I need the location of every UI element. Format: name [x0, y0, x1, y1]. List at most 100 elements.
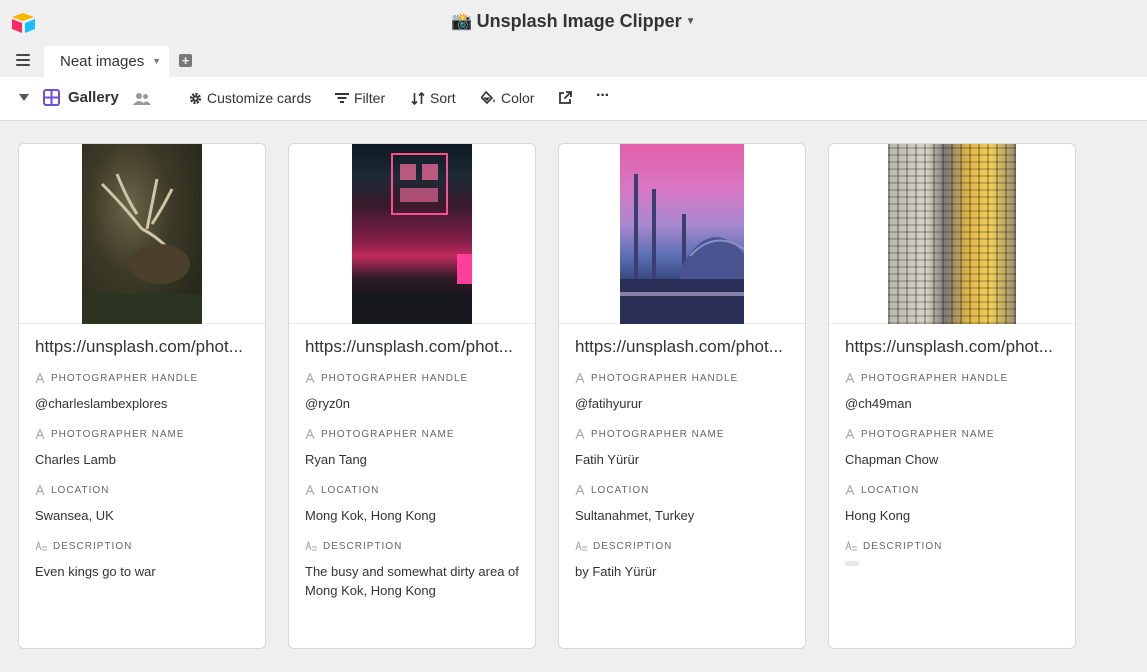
field-value: The busy and somewhat dirty area of Mong…: [305, 564, 519, 598]
tab-label: Neat images: [60, 53, 145, 70]
card-title: https://unsplash.com/phot...: [305, 337, 513, 356]
chevron-down-icon: ▼: [685, 16, 696, 27]
share-view-icon[interactable]: [558, 91, 572, 105]
view-switcher[interactable]: Gallery: [43, 89, 119, 106]
field-label: PHOTOGRAPHER HANDLE: [51, 372, 199, 384]
long-text-field-icon: [35, 541, 47, 551]
field-label: DESCRIPTION: [863, 540, 943, 552]
field-photographer-name: PHOTOGRAPHER NAME Chapman Chow: [845, 427, 1059, 469]
gallery-grid-icon: [43, 89, 60, 106]
caret-down-icon[interactable]: [19, 94, 29, 102]
sort-button[interactable]: Sort: [411, 90, 456, 106]
text-field-icon: [305, 429, 315, 439]
apartment-tower-photo: [888, 144, 1016, 324]
field-value: Swansea, UK: [35, 508, 114, 523]
field-label: PHOTOGRAPHER NAME: [591, 428, 725, 440]
field-value: @ch49man: [845, 396, 912, 411]
field-label: DESCRIPTION: [323, 540, 403, 552]
field-value: Fatih Yürür: [575, 452, 640, 467]
color-label: Color: [501, 90, 535, 106]
field-description: DESCRIPTION: [845, 539, 1059, 571]
text-field-icon: [35, 485, 45, 495]
text-field-icon: [305, 373, 315, 383]
text-field-icon: [575, 373, 585, 383]
tab-neat-images[interactable]: Neat images ▼: [44, 46, 169, 77]
field-label: DESCRIPTION: [593, 540, 673, 552]
long-text-field-icon: [305, 541, 317, 551]
field-value: Ryan Tang: [305, 452, 367, 467]
card-image-area: [289, 144, 535, 324]
text-field-icon: [845, 373, 855, 383]
field-description: DESCRIPTION Even kings go to war: [35, 539, 249, 581]
paint-bucket-icon: [481, 91, 495, 105]
field-label: PHOTOGRAPHER NAME: [51, 428, 185, 440]
field-value: Sultanahmet, Turkey: [575, 508, 695, 523]
gallery-card[interactable]: https://unsplash.com/phot... PHOTOGRAPHE…: [828, 143, 1076, 649]
field-location: LOCATION Sultanahmet, Turkey: [575, 483, 789, 525]
gallery-card[interactable]: https://unsplash.com/phot... PHOTOGRAPHE…: [288, 143, 536, 649]
card-image-area: [829, 144, 1075, 324]
field-label: LOCATION: [51, 484, 110, 496]
empty-value-placeholder: [845, 553, 1059, 571]
menu-icon[interactable]: [16, 54, 30, 66]
view-name: Gallery: [68, 89, 119, 106]
filter-button[interactable]: Filter: [335, 90, 385, 106]
more-options-button[interactable]: ···: [596, 87, 610, 105]
mosque-photo: [620, 144, 745, 324]
long-text-field-icon: [845, 541, 857, 551]
field-value: Mong Kok, Hong Kong: [305, 508, 436, 523]
base-title-text: Unsplash Image Clipper: [476, 11, 682, 31]
field-description: DESCRIPTION by Fatih Yürür: [575, 539, 789, 581]
field-photographer-name: PHOTOGRAPHER NAME Charles Lamb: [35, 427, 249, 469]
deer-photo: [82, 144, 202, 324]
field-value: by Fatih Yürür: [575, 564, 657, 579]
card-image-area: [19, 144, 265, 324]
field-photographer-handle: PHOTOGRAPHER HANDLE @ch49man: [845, 371, 1059, 413]
gallery-grid: https://unsplash.com/phot... PHOTOGRAPHE…: [18, 143, 1138, 653]
field-value: @ryz0n: [305, 396, 350, 411]
field-value: Hong Kong: [845, 508, 911, 523]
deer-antlers-shape: [82, 173, 202, 324]
text-field-icon: [305, 485, 315, 495]
base-title[interactable]: 📸 Unsplash Image Clipper ▼: [0, 11, 1147, 32]
card-image-area: [559, 144, 805, 324]
sort-icon: [411, 91, 425, 105]
field-label: PHOTOGRAPHER HANDLE: [321, 372, 469, 384]
field-label: PHOTOGRAPHER NAME: [861, 428, 995, 440]
camera-icon: 📸: [451, 12, 473, 31]
title-bar: 📸 Unsplash Image Clipper ▼: [0, 0, 1147, 44]
field-value: @fatihyurur: [575, 396, 643, 411]
gallery-card[interactable]: https://unsplash.com/phot... PHOTOGRAPHE…: [558, 143, 806, 649]
color-button[interactable]: Color: [481, 90, 534, 106]
field-location: LOCATION Hong Kong: [845, 483, 1059, 525]
field-label: LOCATION: [591, 484, 650, 496]
customize-cards-button[interactable]: Customize cards: [189, 90, 311, 106]
field-label: DESCRIPTION: [53, 540, 133, 552]
filter-label: Filter: [354, 90, 386, 106]
field-photographer-handle: PHOTOGRAPHER HANDLE @fatihyurur: [575, 371, 789, 413]
field-label: LOCATION: [321, 484, 380, 496]
text-field-icon: [35, 429, 45, 439]
customize-cards-label: Customize cards: [207, 90, 312, 106]
text-field-icon: [575, 485, 585, 495]
field-photographer-handle: PHOTOGRAPHER HANDLE @ryz0n: [305, 371, 519, 413]
field-photographer-name: PHOTOGRAPHER NAME Ryan Tang: [305, 427, 519, 469]
field-label: PHOTOGRAPHER NAME: [321, 428, 455, 440]
field-value: Even kings go to war: [35, 564, 156, 579]
field-location: LOCATION Swansea, UK: [35, 483, 249, 525]
chevron-down-icon[interactable]: ▼: [152, 56, 161, 66]
more-icon: ···: [596, 87, 610, 104]
field-label: PHOTOGRAPHER HANDLE: [591, 372, 739, 384]
field-photographer-name: PHOTOGRAPHER NAME Fatih Yürür: [575, 427, 789, 469]
mosque-silhouette-shape: [620, 174, 745, 324]
table-tab-bar: Neat images ▼ +: [0, 44, 1147, 77]
neon-signs-shape: [352, 153, 472, 324]
card-title: https://unsplash.com/phot...: [845, 337, 1053, 356]
card-title: https://unsplash.com/phot...: [35, 337, 243, 356]
collaborators-icon[interactable]: [133, 92, 151, 106]
sort-label: Sort: [430, 90, 456, 106]
field-value: @charleslambexplores: [35, 396, 168, 411]
add-table-button[interactable]: +: [179, 54, 192, 67]
field-value: Chapman Chow: [845, 452, 939, 467]
gallery-card[interactable]: https://unsplash.com/phot... PHOTOGRAPHE…: [18, 143, 266, 649]
